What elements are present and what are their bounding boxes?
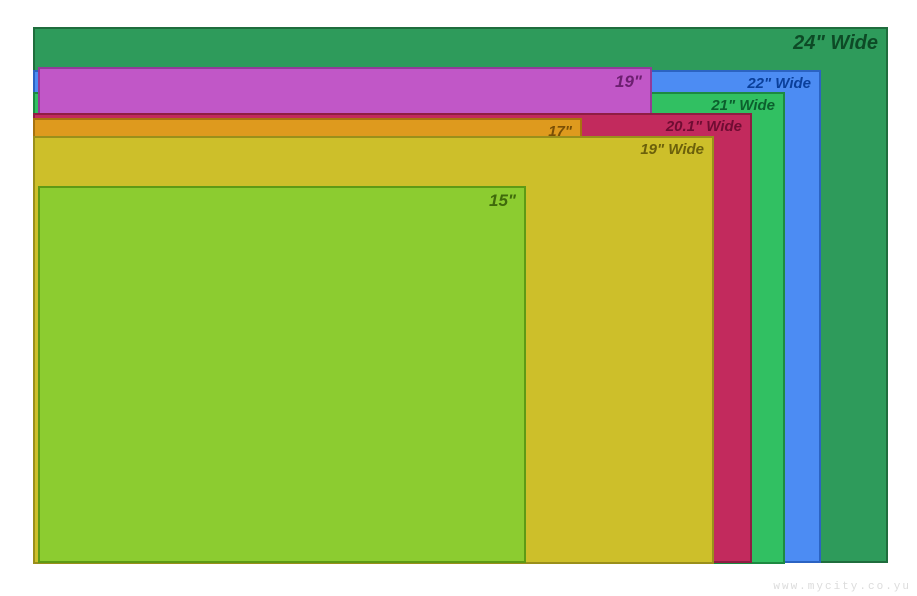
rect-17-standard: 17" [33,118,582,136]
label-22-wide: 22" Wide [747,75,811,92]
label-24-wide: 24" Wide [793,32,878,55]
rect-15-standard: 15" [38,186,526,563]
rect-19-standard: 19" [38,67,652,113]
size-comparison-canvas: 24" Wide 22" Wide 21" Wide 20.1" Wide 19… [0,0,917,596]
label-19-standard: 19" [615,72,642,92]
label-21-wide: 21" Wide [711,97,775,114]
label-15-standard: 15" [489,191,516,211]
label-19-wide: 19" Wide [640,141,704,158]
label-201-wide: 20.1" Wide [666,118,742,135]
watermark-text: www.mycity.co.yu [773,581,911,593]
label-17-standard: 17" [548,123,572,140]
